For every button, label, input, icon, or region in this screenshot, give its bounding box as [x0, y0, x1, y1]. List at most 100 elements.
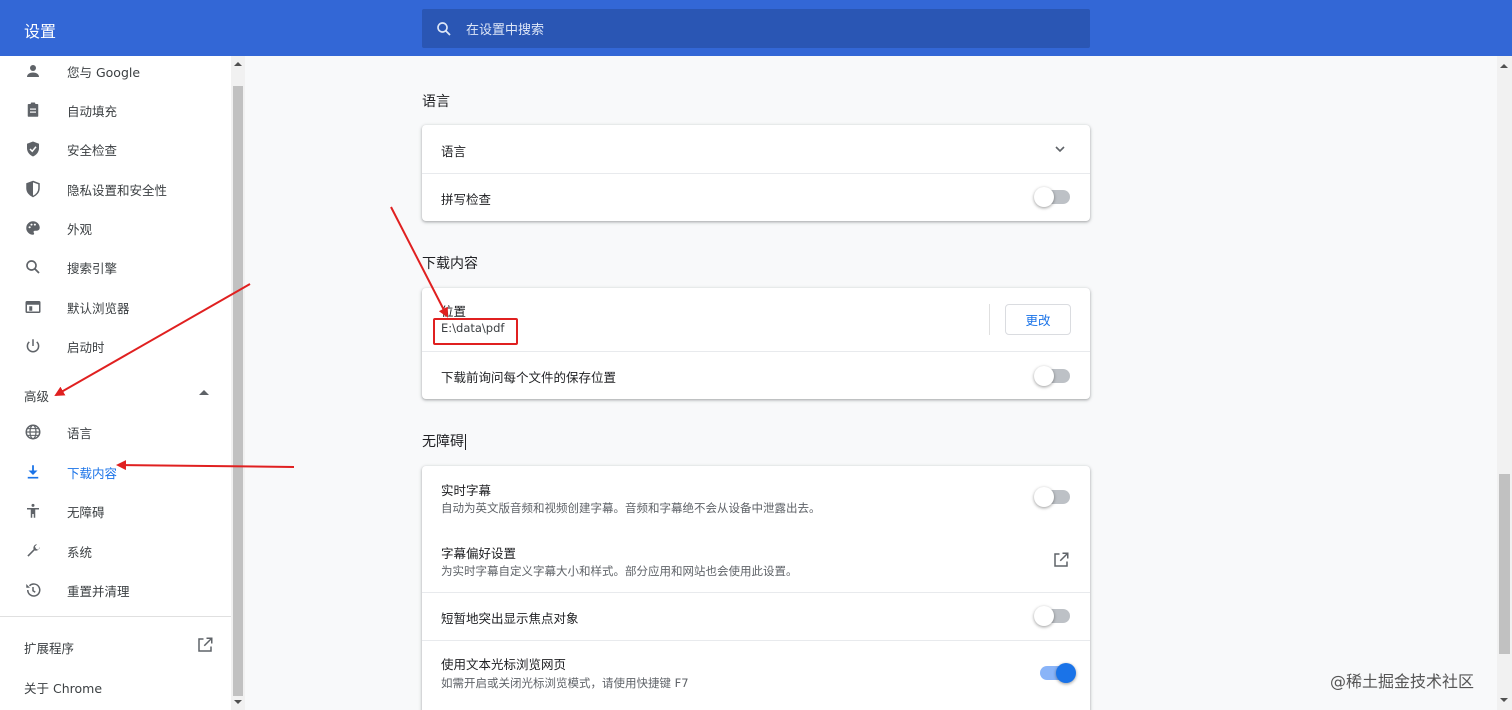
row-label: 语言: [441, 144, 467, 159]
scroll-down-icon[interactable]: [1500, 698, 1508, 702]
scroll-up-icon[interactable]: [234, 62, 242, 66]
page-title: 设置: [24, 22, 57, 41]
row-label: 短暂地突出显示焦点对象: [441, 611, 579, 626]
chevron-down-icon[interactable]: [1052, 141, 1068, 157]
section-title-accessibility: 无障碍: [422, 431, 466, 451]
sidebar-scrollbar[interactable]: [231, 56, 245, 710]
row-sublabel: 如需开启或关闭光标浏览模式，请使用快捷键 F7: [441, 676, 689, 690]
sidebar-item-safety-check[interactable]: 安全检查: [0, 131, 231, 167]
shield-half-icon: [23, 179, 43, 199]
top-bar: 设置 在设置中搜索: [0, 0, 1512, 56]
row-sublabel: 自动为英文版音频和视频创建字幕。音频和字幕绝不会从设备中泄露出去。: [441, 501, 821, 515]
caret-browsing-row[interactable]: 使用文本光标浏览网页 如需开启或关闭光标浏览模式，请使用快捷键 F7: [422, 640, 1090, 704]
search-input[interactable]: 在设置中搜索: [466, 19, 544, 38]
sidebar-item-label: 自动填充: [67, 103, 118, 119]
download-icon: [23, 462, 43, 482]
row-sublabel: 为实时字幕自定义字幕大小和样式。部分应用和网站也会使用此设置。: [441, 564, 798, 578]
sidebar-divider: [0, 616, 231, 617]
languages-row[interactable]: 语言: [422, 125, 1090, 173]
sidebar-item-system[interactable]: 系统: [0, 533, 231, 569]
focus-highlight-row[interactable]: 短暂地突出显示焦点对象: [422, 592, 1090, 640]
sidebar-item-downloads[interactable]: 下载内容: [0, 454, 231, 490]
clipboard-icon: [23, 100, 43, 120]
sidebar-item-label: 您与 Google: [67, 64, 141, 80]
accessibility-icon: [23, 501, 43, 521]
row-label: 字幕偏好设置: [441, 546, 517, 561]
search-icon: [434, 19, 454, 39]
shield-check-icon: [23, 139, 43, 159]
live-caption-row[interactable]: 实时字幕 自动为英文版音频和视频创建字幕。音频和字幕绝不会从设备中泄露出去。: [422, 466, 1090, 528]
sidebar-item-about-chrome[interactable]: 关于 Chrome: [24, 678, 102, 697]
extensions-label: 扩展程序: [24, 641, 75, 656]
browser-window-icon: [23, 297, 43, 317]
toggle-knob: [1056, 663, 1076, 683]
sidebar-item-label: 搜索引擎: [67, 260, 118, 276]
sidebar-item-label: 安全检查: [67, 142, 118, 158]
sidebar-item-extensions[interactable]: 扩展程序: [0, 632, 231, 660]
watermark: @稀土掘金技术社区: [1330, 672, 1475, 691]
sidebar-item-label: 语言: [67, 425, 93, 441]
annotation-highlight-box: [433, 318, 518, 345]
caret-browsing-toggle[interactable]: [1040, 663, 1076, 683]
scroll-down-icon[interactable]: [234, 700, 242, 704]
caption-preferences-row[interactable]: 字幕偏好设置 为实时字幕自定义字幕大小和样式。部分应用和网站也会使用此设置。: [422, 528, 1090, 592]
row-label: 实时字幕: [441, 483, 492, 498]
accessibility-card: 实时字幕 自动为英文版音频和视频创建字幕。音频和字幕绝不会从设备中泄露出去。 字…: [422, 466, 1090, 710]
search-icon: [23, 257, 43, 277]
toggle-knob: [1034, 487, 1054, 507]
main-scrollbar[interactable]: [1497, 56, 1512, 710]
sidebar-item-appearance[interactable]: 外观: [0, 210, 231, 246]
ask-before-download-toggle[interactable]: [1034, 366, 1070, 386]
sidebar-item-on-startup[interactable]: 启动时: [0, 328, 231, 364]
open-in-new-icon[interactable]: [1052, 551, 1070, 569]
chevron-up-icon: [199, 390, 209, 395]
sidebar: 您与 Google 自动填充 安全检查 隐私设置和安全性 外观 搜索引擎 默认浏…: [0, 56, 231, 710]
sidebar-scroll-thumb[interactable]: [233, 86, 243, 696]
power-icon: [23, 336, 43, 356]
section-title-downloads: 下载内容: [422, 256, 478, 272]
sidebar-item-reset[interactable]: 重置并清理: [0, 572, 231, 608]
live-caption-toggle[interactable]: [1034, 487, 1070, 507]
palette-icon: [23, 218, 43, 238]
sidebar-item-label: 下载内容: [67, 465, 118, 481]
download-location-row: 位置 E:\data\pdf 更改: [422, 288, 1090, 351]
person-icon: [23, 61, 43, 81]
wrench-icon: [23, 541, 43, 561]
spellcheck-row[interactable]: 拼写检查: [422, 173, 1090, 221]
globe-icon: [23, 422, 43, 442]
sidebar-item-label: 启动时: [67, 339, 105, 355]
vertical-divider: [989, 304, 990, 335]
row-label: 使用文本光标浏览网页: [441, 657, 567, 672]
change-location-button[interactable]: 更改: [1005, 304, 1071, 335]
main-scroll-thumb[interactable]: [1499, 474, 1510, 654]
history-icon: [23, 580, 43, 600]
toggle-knob: [1034, 366, 1054, 386]
spellcheck-toggle[interactable]: [1034, 187, 1070, 207]
sidebar-item-languages[interactable]: 语言: [0, 414, 231, 450]
sidebar-item-search-engine[interactable]: 搜索引擎: [0, 249, 231, 285]
sidebar-item-you-and-google[interactable]: 您与 Google: [0, 53, 231, 89]
section-title-text: 无障碍: [422, 434, 464, 450]
toggle-knob: [1034, 187, 1054, 207]
sidebar-item-label: 无障碍: [67, 504, 105, 520]
sidebar-item-accessibility[interactable]: 无障碍: [0, 493, 231, 529]
sidebar-item-label: 外观: [67, 221, 93, 237]
search-bar[interactable]: 在设置中搜索: [422, 9, 1090, 48]
scroll-up-icon[interactable]: [1500, 64, 1508, 68]
section-title-languages: 语言: [422, 94, 450, 110]
text-cursor: [465, 434, 466, 450]
sidebar-item-autofill[interactable]: 自动填充: [0, 92, 231, 128]
row-label: 下载前询问每个文件的保存位置: [441, 370, 617, 385]
sidebar-item-privacy[interactable]: 隐私设置和安全性: [0, 171, 231, 207]
languages-card: 语言 拼写检查: [422, 125, 1090, 221]
sidebar-item-label: 系统: [67, 544, 93, 560]
row-label: 拼写检查: [441, 192, 492, 207]
open-in-new-icon: [196, 636, 214, 654]
ask-before-download-row[interactable]: 下载前询问每个文件的保存位置: [422, 351, 1090, 399]
sidebar-item-label: 隐私设置和安全性: [67, 182, 168, 198]
focus-highlight-toggle[interactable]: [1034, 606, 1070, 626]
advanced-toggle[interactable]: 高级: [0, 378, 231, 408]
advanced-label: 高级: [24, 389, 50, 404]
sidebar-item-default-browser[interactable]: 默认浏览器: [0, 289, 231, 325]
downloads-card: 位置 E:\data\pdf 更改 下载前询问每个文件的保存位置: [422, 288, 1090, 399]
